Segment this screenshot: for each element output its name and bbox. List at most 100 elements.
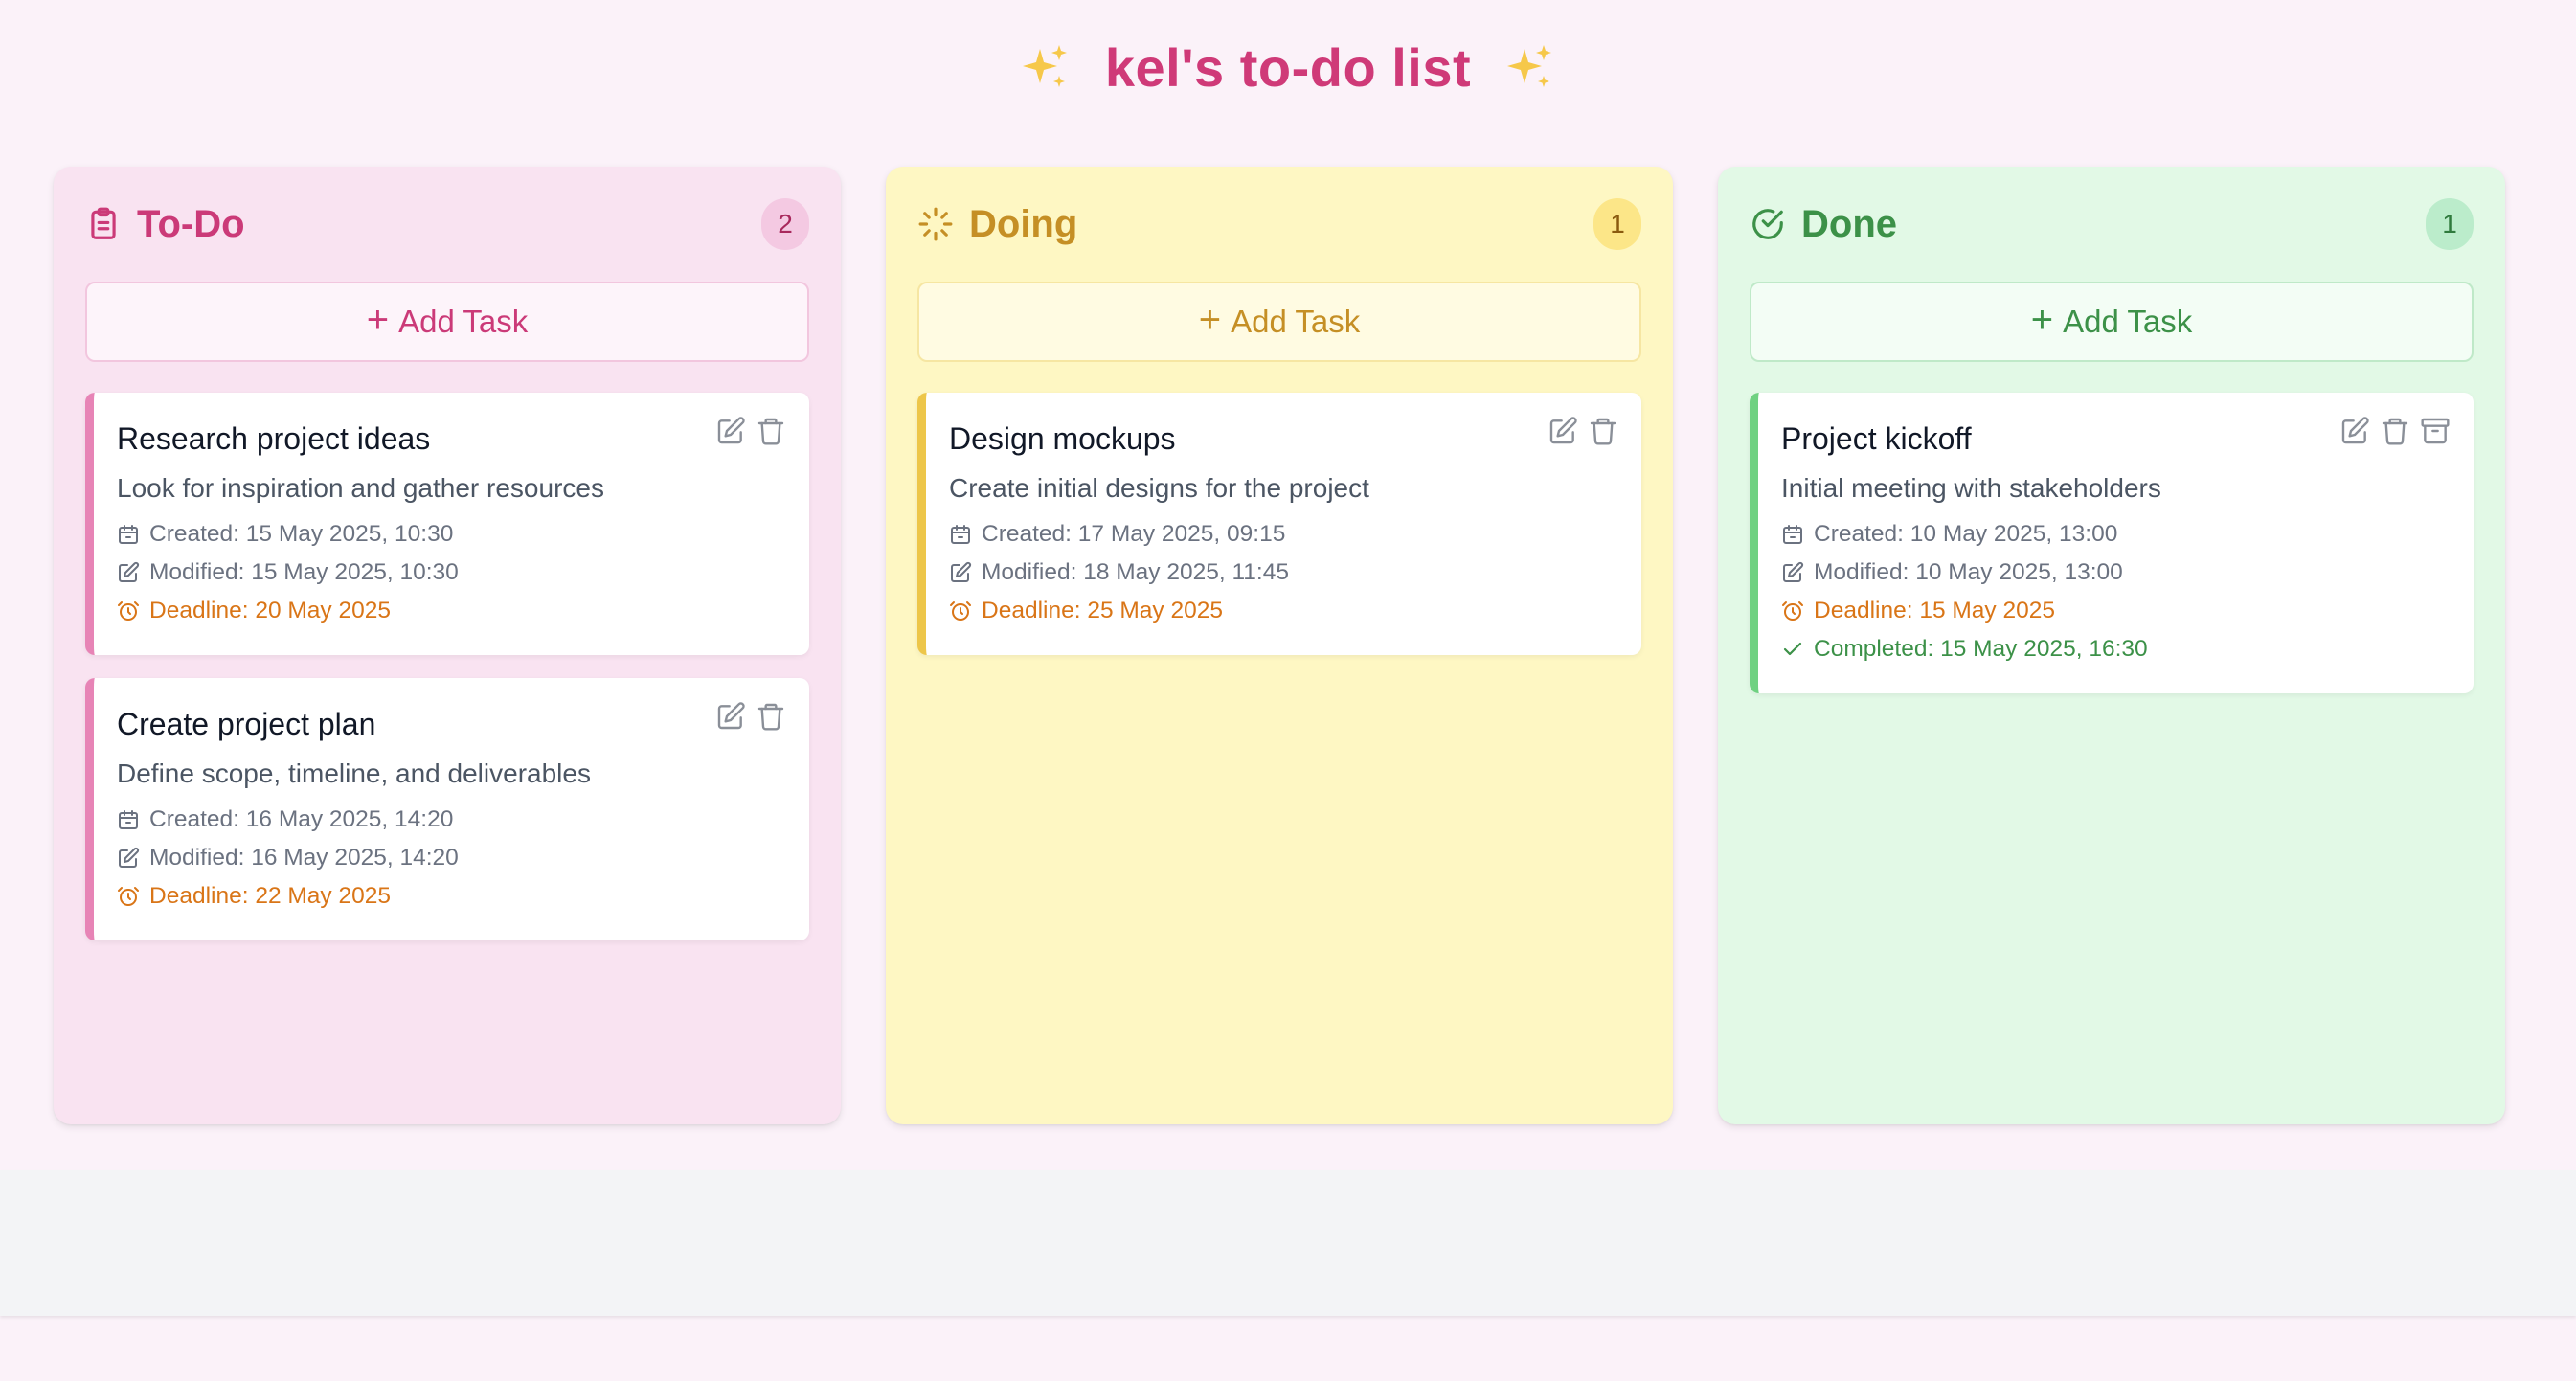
task-meta: Created: 17 May 2025, 09:15 Modified: 18…	[949, 515, 1618, 630]
created-row: Created: 10 May 2025, 13:00	[1781, 515, 2451, 554]
app-page: kel's to-do list To-Do 2 + Add Task Rese…	[0, 0, 2576, 1381]
plus-icon: +	[366, 299, 390, 341]
card-list: Research project ideas Look for inspirat…	[85, 393, 809, 940]
trash-icon[interactable]	[2380, 416, 2410, 446]
task-description: Create initial designs for the project	[949, 473, 1369, 503]
modified-date: Modified: 16 May 2025, 14:20	[149, 845, 459, 871]
task-title: Create project plan	[117, 707, 376, 741]
edit-icon[interactable]	[2339, 416, 2370, 446]
created-date: Created: 15 May 2025, 10:30	[149, 521, 454, 547]
edit-icon[interactable]	[1548, 416, 1578, 446]
page-title: kel's to-do list	[1104, 37, 1472, 98]
add-task-button[interactable]: + Add Task	[85, 282, 809, 362]
column-doing: Doing 1 + Add Task Design mockups Create…	[886, 167, 1673, 1124]
kanban-board: To-Do 2 + Add Task Research project idea…	[54, 167, 2505, 1124]
edit-icon	[117, 847, 140, 870]
deadline-row: Deadline: 25 May 2025	[949, 592, 1618, 630]
completed-row: Completed: 15 May 2025, 16:30	[1781, 630, 2451, 668]
modified-row: Modified: 10 May 2025, 13:00	[1781, 554, 2451, 592]
calendar-icon	[117, 808, 140, 831]
modified-row: Modified: 16 May 2025, 14:20	[117, 839, 786, 877]
alarm-clock-icon	[117, 885, 140, 908]
edit-icon[interactable]	[715, 701, 746, 732]
plus-icon: +	[2030, 299, 2054, 341]
calendar-icon	[1781, 523, 1804, 546]
task-card[interactable]: Create project plan Define scope, timeli…	[85, 678, 809, 940]
column-todo: To-Do 2 + Add Task Research project idea…	[54, 167, 841, 1124]
card-actions	[2339, 416, 2451, 446]
deadline-date: Deadline: 15 May 2025	[1814, 598, 2055, 623]
task-card[interactable]: Research project ideas Look for inspirat…	[85, 393, 809, 655]
created-row: Created: 17 May 2025, 09:15	[949, 515, 1618, 554]
modified-row: Modified: 15 May 2025, 10:30	[117, 554, 786, 592]
task-meta: Created: 10 May 2025, 13:00 Modified: 10…	[1781, 515, 2451, 668]
deadline-date: Deadline: 25 May 2025	[982, 598, 1223, 623]
task-description: Define scope, timeline, and deliverables	[117, 758, 591, 788]
modified-row: Modified: 18 May 2025, 11:45	[949, 554, 1618, 592]
deadline-date: Deadline: 20 May 2025	[149, 598, 391, 623]
column-title: To-Do	[137, 202, 245, 245]
deadline-row: Deadline: 20 May 2025	[117, 592, 786, 630]
task-count-badge: 2	[761, 198, 809, 250]
alarm-clock-icon	[117, 600, 140, 623]
task-count-badge: 1	[1593, 198, 1641, 250]
task-card[interactable]: Design mockups Create initial designs fo…	[917, 393, 1641, 655]
edit-icon	[1781, 561, 1804, 584]
add-task-button[interactable]: + Add Task	[1750, 282, 2474, 362]
completed-date: Completed: 15 May 2025, 16:30	[1814, 636, 2148, 662]
modified-date: Modified: 18 May 2025, 11:45	[982, 559, 1289, 585]
add-task-label: Add Task	[2063, 304, 2193, 339]
trash-icon[interactable]	[1588, 416, 1618, 446]
task-card[interactable]: Project kickoff Initial meeting with sta…	[1750, 393, 2474, 693]
card-list: Project kickoff Initial meeting with sta…	[1750, 393, 2474, 693]
card-actions	[715, 416, 786, 446]
check-icon	[1781, 638, 1804, 661]
sparkles-icon	[1503, 41, 1557, 95]
trash-icon[interactable]	[756, 416, 786, 446]
modified-date: Modified: 15 May 2025, 10:30	[149, 559, 459, 585]
task-title: Research project ideas	[117, 421, 431, 456]
edit-icon[interactable]	[715, 416, 746, 446]
archive-icon[interactable]	[2420, 416, 2451, 446]
check-circle-icon	[1750, 206, 1786, 242]
created-row: Created: 15 May 2025, 10:30	[117, 515, 786, 554]
column-header: Done 1	[1750, 195, 2474, 253]
alarm-clock-icon	[1781, 600, 1804, 623]
add-task-button[interactable]: + Add Task	[917, 282, 1641, 362]
column-header: To-Do 2	[85, 195, 809, 253]
add-task-label: Add Task	[398, 304, 529, 339]
clipboard-icon	[85, 206, 122, 242]
created-date: Created: 17 May 2025, 09:15	[982, 521, 1286, 547]
deadline-date: Deadline: 22 May 2025	[149, 883, 391, 909]
deadline-row: Deadline: 22 May 2025	[117, 877, 786, 916]
column-done: Done 1 + Add Task Project kickoff Initia…	[1718, 167, 2505, 1124]
created-row: Created: 16 May 2025, 14:20	[117, 801, 786, 839]
edit-icon	[117, 561, 140, 584]
column-header: Doing 1	[917, 195, 1641, 253]
plus-icon: +	[1198, 299, 1222, 341]
card-actions	[715, 701, 786, 732]
alarm-clock-icon	[949, 600, 972, 623]
footer-area	[0, 1170, 2576, 1316]
trash-icon[interactable]	[756, 701, 786, 732]
column-title: Done	[1801, 202, 1897, 245]
task-count-badge: 1	[2426, 198, 2474, 250]
edit-icon	[949, 561, 972, 584]
task-description: Look for inspiration and gather resource…	[117, 473, 604, 503]
column-title: Doing	[969, 202, 1078, 245]
task-meta: Created: 15 May 2025, 10:30 Modified: 15…	[117, 515, 786, 630]
page-header: kel's to-do list	[0, 36, 2576, 99]
loader-icon	[917, 206, 954, 242]
created-date: Created: 10 May 2025, 13:00	[1814, 521, 2118, 547]
task-title: Design mockups	[949, 421, 1176, 456]
add-task-label: Add Task	[1231, 304, 1361, 339]
card-actions	[1548, 416, 1618, 446]
calendar-icon	[117, 523, 140, 546]
deadline-row: Deadline: 15 May 2025	[1781, 592, 2451, 630]
sparkles-icon	[1019, 41, 1073, 95]
task-meta: Created: 16 May 2025, 14:20 Modified: 16…	[117, 801, 786, 916]
created-date: Created: 16 May 2025, 14:20	[149, 806, 454, 832]
card-list: Design mockups Create initial designs fo…	[917, 393, 1641, 655]
calendar-icon	[949, 523, 972, 546]
modified-date: Modified: 10 May 2025, 13:00	[1814, 559, 2123, 585]
